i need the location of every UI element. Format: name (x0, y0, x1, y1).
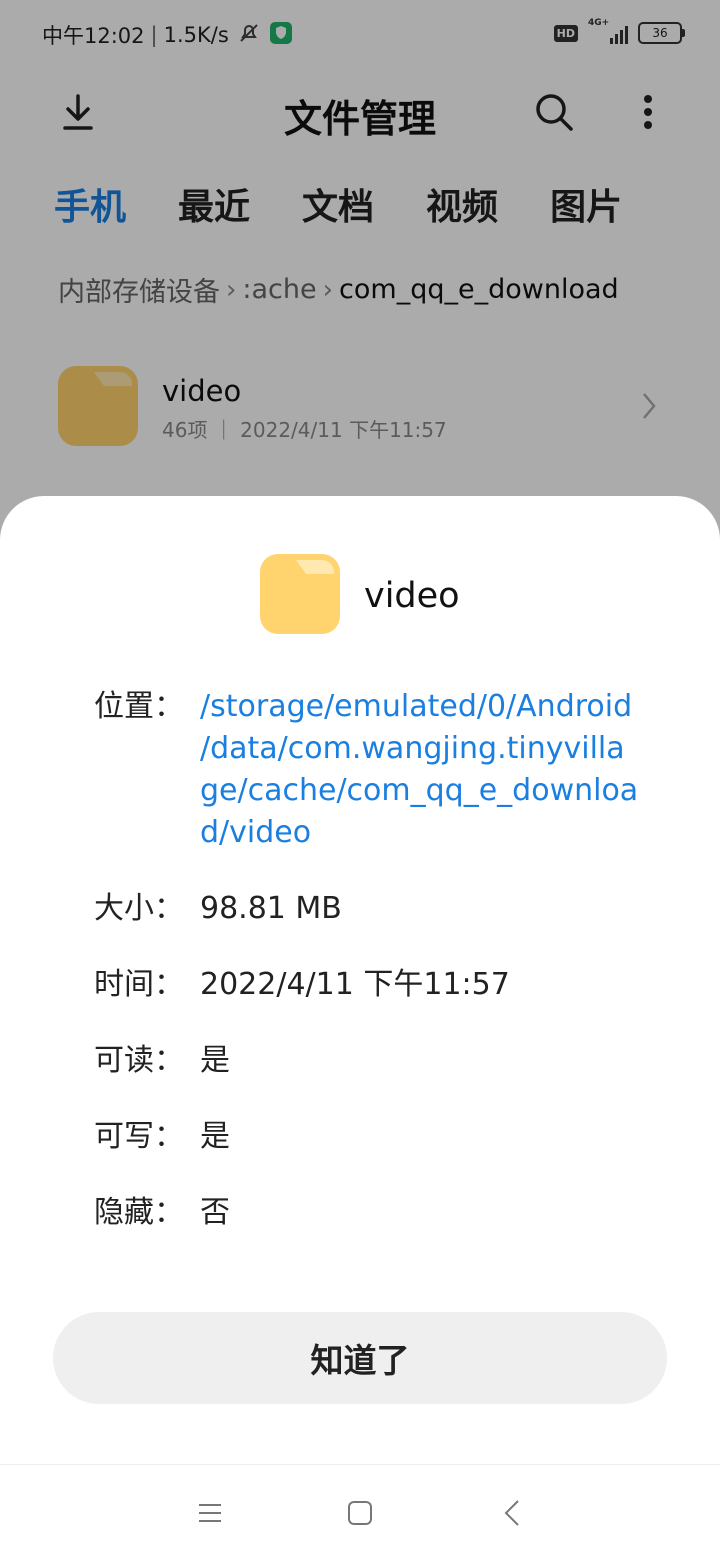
property-writable: 可写： 是 (94, 1116, 654, 1158)
property-value: 是 (200, 1043, 230, 1078)
properties-list: 位置： /storage/emulated/0/Android/data/com… (94, 686, 654, 1268)
property-hidden: 隐藏： 否 (94, 1192, 654, 1234)
property-value: 否 (200, 1195, 230, 1230)
folder-icon (260, 554, 340, 638)
property-location: 位置： /storage/emulated/0/Android/data/com… (94, 686, 654, 854)
property-value: 是 (200, 1119, 230, 1154)
property-time: 时间： 2022/4/11 下午11:57 (94, 964, 654, 1006)
properties-sheet: video 位置： /storage/emulated/0/Android/da… (0, 496, 720, 1464)
property-label: 大小： (94, 891, 184, 926)
property-size: 大小： 98.81 MB (94, 888, 654, 930)
system-nav-bar (0, 1464, 720, 1561)
property-value: 2022/4/11 下午11:57 (200, 967, 510, 1002)
sheet-header: video (260, 554, 460, 638)
property-label: 可写： (94, 1119, 184, 1154)
property-label: 隐藏： (94, 1195, 184, 1230)
menu-icon[interactable] (190, 1493, 230, 1533)
property-label: 位置： (94, 689, 184, 724)
property-label: 时间： (94, 967, 184, 1002)
location-link[interactable]: /storage/emulated/0/Android/data/com.wan… (200, 686, 640, 854)
property-readable: 可读： 是 (94, 1040, 654, 1082)
property-label: 可读： (94, 1043, 184, 1078)
property-value: 98.81 MB (200, 891, 342, 926)
sheet-title: video (364, 576, 460, 616)
home-icon[interactable] (340, 1493, 380, 1533)
ok-button[interactable]: 知道了 (53, 1312, 667, 1404)
back-icon[interactable] (492, 1493, 532, 1533)
